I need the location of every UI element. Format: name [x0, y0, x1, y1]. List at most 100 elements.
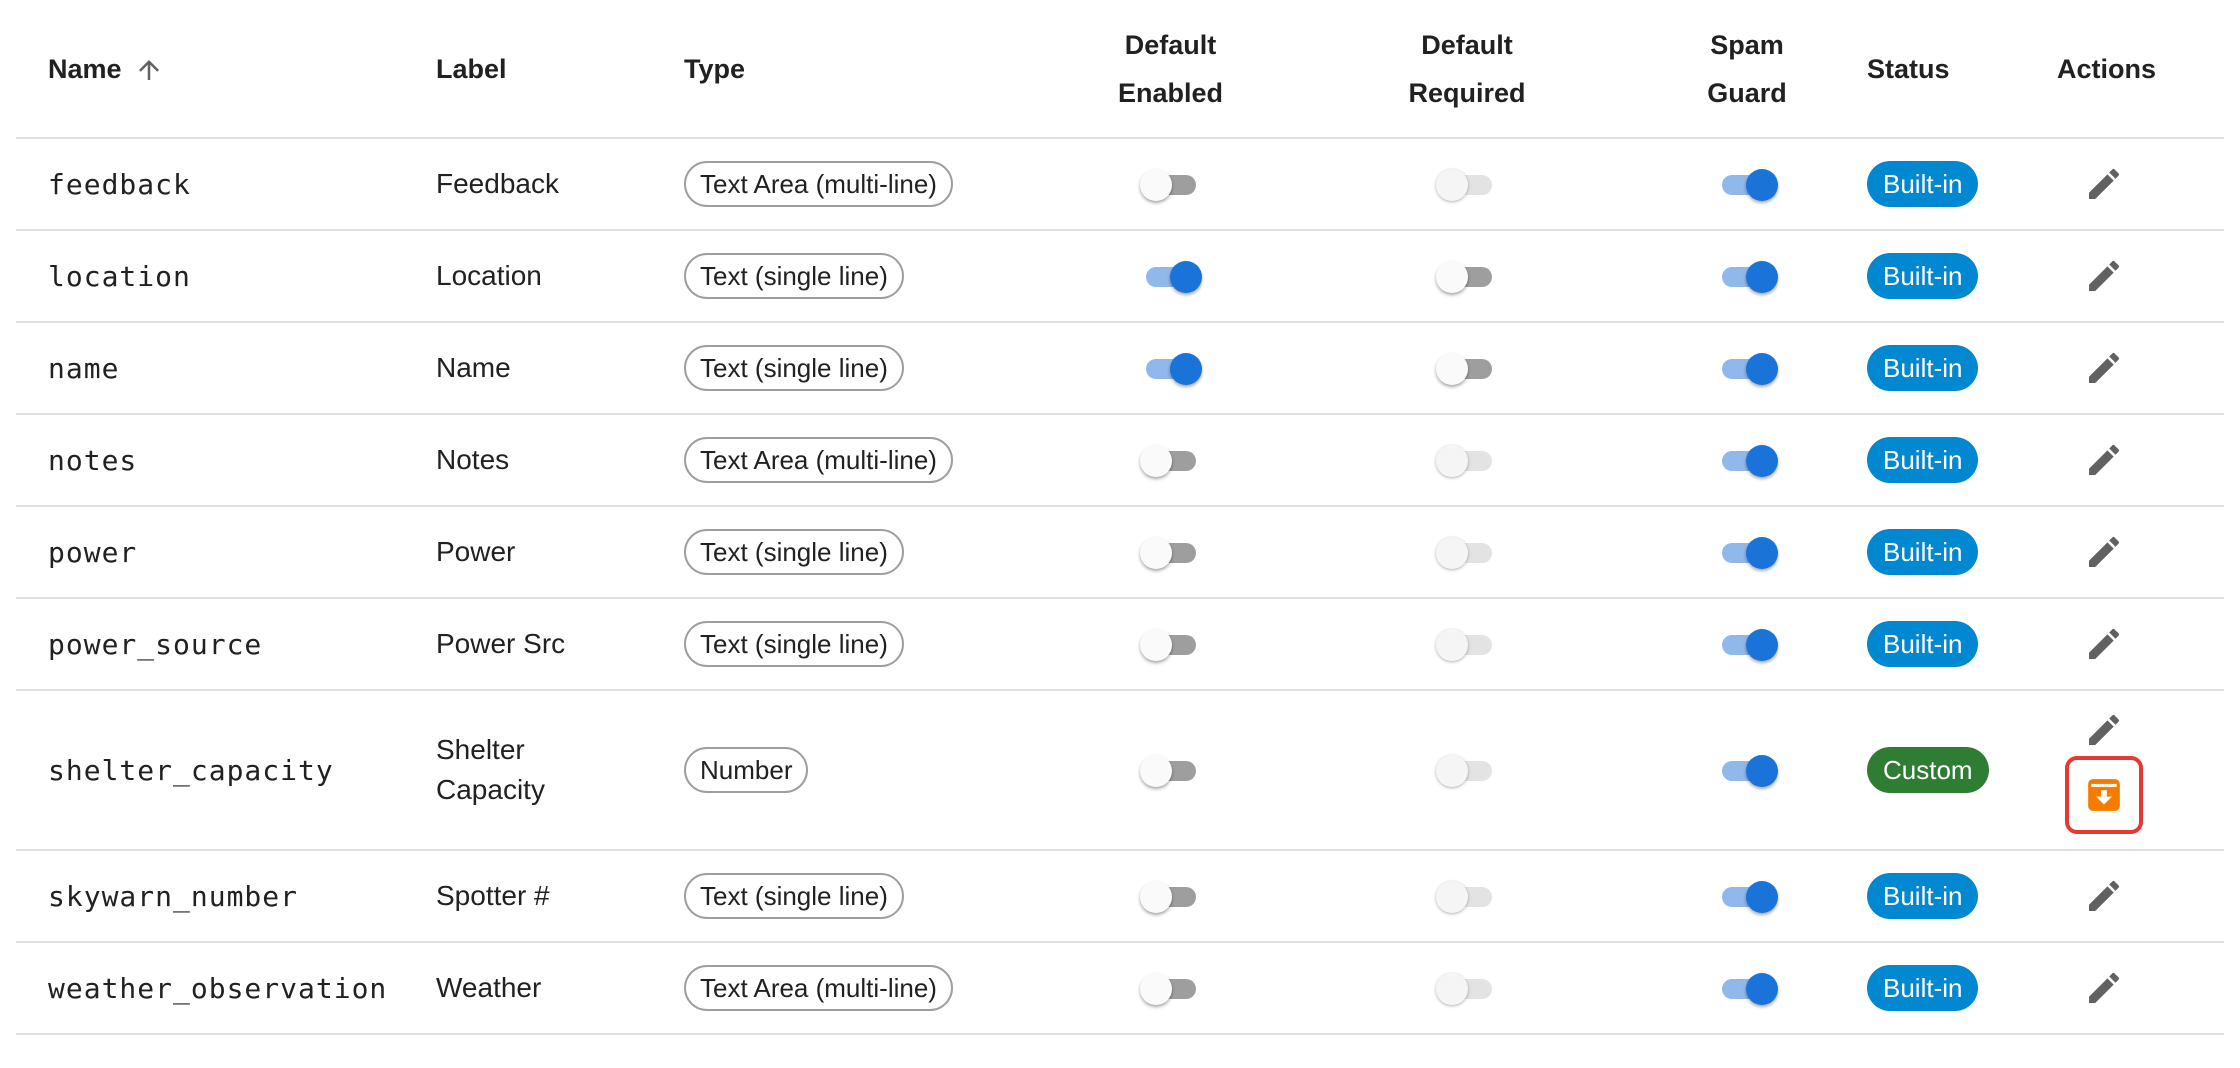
field-label: Name: [436, 322, 684, 415]
edit-button[interactable]: [2080, 344, 2128, 392]
table-row: feedback Feedback Text Area (multi-line)…: [16, 138, 2224, 231]
actions-cell: [2057, 850, 2224, 943]
toggle-thumb: [1169, 261, 1202, 293]
toggle-thumb: [1746, 881, 1778, 913]
action-buttons: [2057, 620, 2151, 668]
edit-button[interactable]: [2080, 706, 2128, 754]
spam-guard-toggle[interactable]: [1716, 440, 1778, 480]
field-type-cell: Text (single line): [684, 230, 1034, 323]
field-type-cell: Text (single line): [684, 850, 1034, 943]
status-badge: Built-in: [1867, 161, 1979, 207]
default-enabled-toggle[interactable]: [1140, 256, 1202, 296]
default-enabled-toggle[interactable]: [1139, 532, 1202, 572]
status-cell: Built-in: [1867, 138, 2057, 231]
column-header-name[interactable]: Name: [16, 0, 436, 139]
table-row: shelter_capacity Shelter Capacity Number…: [16, 690, 2224, 851]
custom-fields-table-container: Name Label Type Default Enabled Default …: [16, 0, 2224, 1035]
default-enabled-cell: [1034, 230, 1307, 323]
default-enabled-toggle[interactable]: [1139, 624, 1202, 664]
spam-guard-toggle[interactable]: [1716, 532, 1778, 572]
field-type-cell: Text (single line): [684, 322, 1034, 415]
toggle-thumb: [1139, 537, 1172, 569]
default-required-toggle: [1436, 624, 1498, 664]
status-badge: Built-in: [1867, 621, 1979, 667]
table-row: weather_observation Weather Text Area (m…: [16, 942, 2224, 1035]
status-badge: Built-in: [1867, 253, 1979, 299]
toggle-thumb: [1139, 445, 1172, 477]
spam-guard-toggle[interactable]: [1716, 968, 1778, 1008]
table-row: skywarn_number Spotter # Text (single li…: [16, 850, 2224, 943]
default-enabled-toggle[interactable]: [1139, 968, 1202, 1008]
field-type-chip: Text (single line): [684, 253, 904, 299]
action-buttons: [2057, 872, 2151, 920]
default-enabled-cell: [1034, 598, 1307, 691]
field-label: Location: [436, 230, 684, 323]
toggle-thumb: [1139, 755, 1172, 787]
pencil-icon: [2089, 880, 2120, 911]
spam-guard-toggle[interactable]: [1716, 256, 1778, 296]
arrow-up-icon[interactable]: [134, 55, 164, 85]
edit-button[interactable]: [2080, 160, 2128, 208]
default-enabled-cell: [1034, 942, 1307, 1035]
table-header-row: Name Label Type Default Enabled Default …: [16, 0, 2224, 139]
toggle-thumb: [1746, 169, 1778, 201]
toggle-thumb: [1746, 353, 1778, 385]
default-required-cell: [1307, 690, 1627, 851]
field-type-cell: Number: [684, 690, 1034, 851]
field-type-cell: Text Area (multi-line): [684, 414, 1034, 507]
pencil-icon: [2089, 352, 2120, 383]
default-enabled-toggle[interactable]: [1139, 440, 1202, 480]
column-header-actions-text: Actions: [2057, 53, 2157, 84]
field-label: Weather: [436, 942, 684, 1035]
status-cell: Built-in: [1867, 850, 2057, 943]
column-header-default-required-line2: Required: [1408, 77, 1526, 108]
toggle-thumb: [1139, 881, 1172, 913]
column-header-name-label: Name: [48, 53, 122, 84]
edit-button[interactable]: [2080, 620, 2128, 668]
field-label: Feedback: [436, 138, 684, 231]
toggle-thumb: [1746, 755, 1778, 787]
edit-button[interactable]: [2080, 252, 2128, 300]
status-cell: Built-in: [1867, 414, 2057, 507]
edit-button[interactable]: [2080, 436, 2128, 484]
default-enabled-toggle[interactable]: [1139, 164, 1202, 204]
status-badge: Built-in: [1867, 437, 1979, 483]
default-required-cell: [1307, 230, 1627, 323]
default-required-toggle[interactable]: [1436, 256, 1498, 296]
pencil-icon: [2089, 536, 2120, 567]
status-cell: Built-in: [1867, 230, 2057, 323]
default-required-toggle: [1436, 968, 1498, 1008]
spam-guard-toggle[interactable]: [1716, 164, 1778, 204]
column-header-spam-guard: Spam Guard: [1627, 0, 1867, 139]
table-row: name Name Text (single line) Built-in: [16, 322, 2224, 415]
column-header-label-text: Label: [436, 53, 507, 84]
field-name: shelter_capacity: [16, 690, 436, 851]
default-enabled-toggle[interactable]: [1139, 750, 1202, 790]
edit-button[interactable]: [2080, 872, 2128, 920]
spam-guard-toggle[interactable]: [1716, 750, 1778, 790]
actions-cell: [2057, 322, 2224, 415]
toggle-thumb: [1746, 537, 1778, 569]
field-type-chip: Text (single line): [684, 529, 904, 575]
action-buttons: [2057, 252, 2151, 300]
edit-button[interactable]: [2080, 528, 2128, 576]
action-buttons: [2057, 344, 2151, 392]
spam-guard-toggle[interactable]: [1716, 348, 1778, 388]
toggle-thumb: [1436, 629, 1468, 661]
toggle-thumb: [1436, 537, 1468, 569]
default-required-toggle[interactable]: [1436, 348, 1498, 388]
actions-cell: [2057, 506, 2224, 599]
status-badge: Built-in: [1867, 965, 1979, 1011]
default-enabled-toggle[interactable]: [1140, 348, 1202, 388]
status-cell: Built-in: [1867, 942, 2057, 1035]
toggle-thumb: [1139, 973, 1172, 1005]
default-enabled-toggle[interactable]: [1139, 876, 1202, 916]
spam-guard-toggle[interactable]: [1716, 624, 1778, 664]
toggle-thumb: [1746, 973, 1778, 1005]
edit-button[interactable]: [2080, 964, 2128, 1012]
archive-button[interactable]: [2065, 756, 2143, 834]
table-row: power Power Text (single line) Built-in: [16, 506, 2224, 599]
spam-guard-toggle[interactable]: [1716, 876, 1778, 916]
field-type-chip: Number: [684, 747, 809, 793]
pencil-icon: [2089, 260, 2120, 291]
